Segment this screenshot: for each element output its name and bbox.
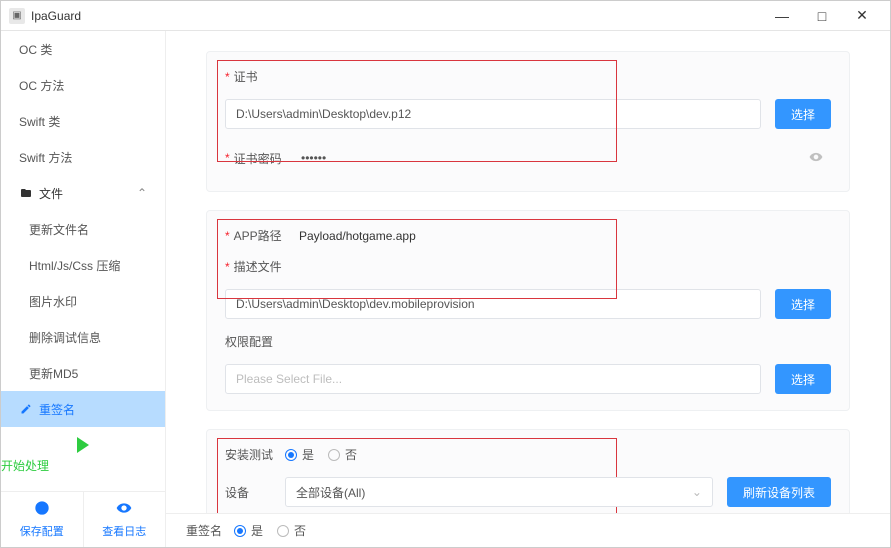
sidebar-item-swift-class[interactable]: Swift 类 bbox=[1, 103, 165, 139]
refresh-devices-button[interactable]: 刷新设备列表 bbox=[727, 477, 831, 507]
main: *证书 选择 *证书密码 bbox=[166, 31, 890, 547]
app-icon: ▣ bbox=[9, 8, 25, 24]
minimize-button[interactable]: — bbox=[762, 1, 802, 31]
chevron-down-icon: ⌄ bbox=[692, 485, 702, 499]
view-log-button[interactable]: 查看日志 bbox=[83, 492, 166, 547]
sidebar: OC 类 OC 方法 Swift 类 Swift 方法 文件 ⌃ 更新文件名 H… bbox=[1, 31, 166, 547]
footer-resign-radiogroup: 是 否 bbox=[234, 522, 306, 539]
sidebar-item-compress[interactable]: Html/Js/Css 压缩 bbox=[1, 247, 165, 283]
install-test-yes[interactable]: 是 bbox=[285, 446, 314, 463]
download-icon bbox=[1, 500, 83, 521]
sidebar-item-swift-method[interactable]: Swift 方法 bbox=[1, 139, 165, 175]
sidebar-item-update-md5[interactable]: 更新MD5 bbox=[1, 355, 165, 391]
cert-path-input[interactable] bbox=[225, 99, 761, 129]
card-app: *APP路径 Payload/hotgame.app *描述文件 选择 权限配置… bbox=[206, 210, 850, 411]
footer-resign-yes[interactable]: 是 bbox=[234, 522, 263, 539]
sidebar-item-resign[interactable]: 重签名 bbox=[1, 391, 165, 427]
sidebar-bottom: 保存配置 查看日志 bbox=[1, 491, 165, 547]
app-path-value: Payload/hotgame.app bbox=[297, 229, 416, 243]
cert-select-button[interactable]: 选择 bbox=[775, 99, 831, 129]
sidebar-item-oc-class[interactable]: OC 类 bbox=[1, 31, 165, 67]
view-log-label: 查看日志 bbox=[102, 526, 146, 538]
app-path-label: *APP路径 bbox=[225, 227, 297, 244]
install-test-radiogroup: 是 否 bbox=[285, 446, 357, 463]
card-certificate: *证书 选择 *证书密码 bbox=[206, 51, 850, 192]
cert-pwd-label: *证书密码 bbox=[225, 150, 297, 167]
cert-label: *证书 bbox=[225, 68, 297, 85]
device-select-value: 全部设备(All) bbox=[296, 484, 365, 501]
save-config-button[interactable]: 保存配置 bbox=[1, 492, 83, 547]
sidebar-item-remove-debug[interactable]: 删除调试信息 bbox=[1, 319, 165, 355]
chevron-up-icon: ⌃ bbox=[137, 186, 147, 200]
card-install: 安装测试 是 否 设备 全部设备(All) ⌄ 刷新设备列表 bbox=[206, 429, 850, 513]
profile-path-input[interactable] bbox=[225, 289, 761, 319]
install-test-label: 安装测试 bbox=[225, 446, 285, 463]
profile-select-button[interactable]: 选择 bbox=[775, 289, 831, 319]
process-label[interactable]: 开始处理 bbox=[1, 457, 73, 474]
sidebar-item-resign-label: 重签名 bbox=[39, 401, 75, 418]
titlebar: ▣ IpaGuard — □ ✕ bbox=[1, 1, 890, 31]
eye-icon bbox=[84, 500, 166, 521]
sidebar-item-watermark[interactable]: 图片水印 bbox=[1, 283, 165, 319]
entitlements-select-button[interactable]: 选择 bbox=[775, 364, 831, 394]
process-area: 开始处理 bbox=[1, 427, 165, 480]
app-title: IpaGuard bbox=[31, 9, 762, 23]
folder-icon bbox=[19, 186, 33, 200]
play-icon[interactable] bbox=[77, 437, 89, 453]
entitlements-input[interactable] bbox=[225, 364, 761, 394]
device-select[interactable]: 全部设备(All) ⌄ bbox=[285, 477, 713, 507]
eye-toggle-icon[interactable] bbox=[809, 150, 823, 167]
cert-pwd-input[interactable] bbox=[297, 143, 831, 173]
sidebar-item-oc-method[interactable]: OC 方法 bbox=[1, 67, 165, 103]
content: *证书 选择 *证书密码 bbox=[166, 31, 890, 513]
footer-resign-no[interactable]: 否 bbox=[277, 522, 306, 539]
sidebar-section-file-label: 文件 bbox=[39, 185, 63, 202]
sidebar-item-update-filename[interactable]: 更新文件名 bbox=[1, 211, 165, 247]
device-label: 设备 bbox=[225, 484, 285, 501]
footer: 重签名 是 否 bbox=[166, 513, 890, 547]
install-test-no[interactable]: 否 bbox=[328, 446, 357, 463]
save-config-label: 保存配置 bbox=[20, 526, 64, 538]
close-button[interactable]: ✕ bbox=[842, 1, 882, 31]
footer-resign-label: 重签名 bbox=[186, 522, 222, 539]
maximize-button[interactable]: □ bbox=[802, 1, 842, 31]
sidebar-section-file[interactable]: 文件 ⌃ bbox=[1, 175, 165, 211]
sign-icon bbox=[19, 402, 33, 416]
entitlements-label: 权限配置 bbox=[225, 333, 273, 350]
profile-label: *描述文件 bbox=[225, 258, 297, 275]
